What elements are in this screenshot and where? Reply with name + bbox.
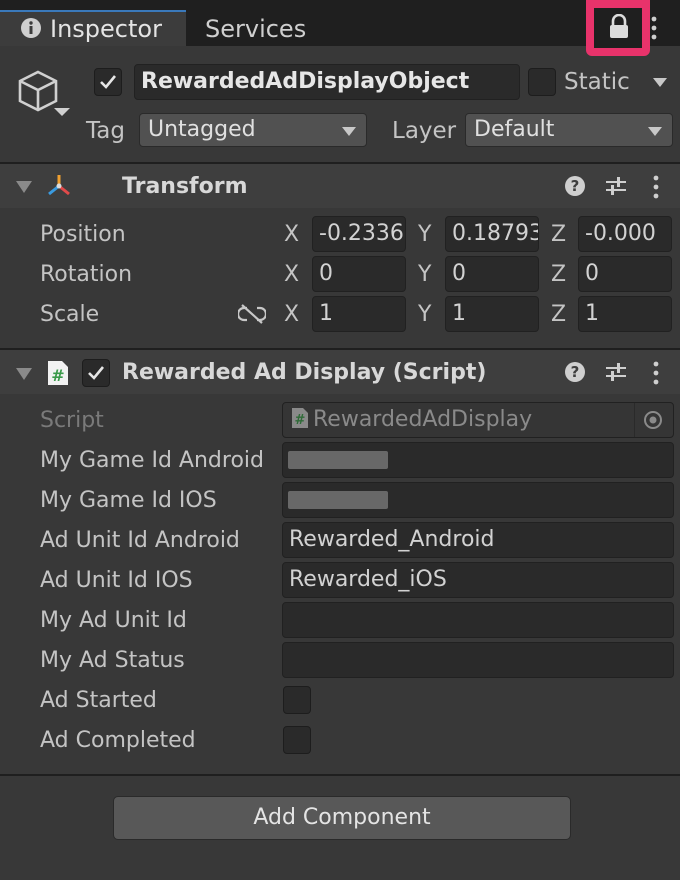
layer-dropdown[interactable]: Default [465, 113, 673, 147]
script-enabled-toggle[interactable] [82, 359, 110, 387]
tag-label: Tag [86, 118, 125, 144]
svg-text:#: # [295, 413, 306, 428]
axis-z-label: Z [551, 262, 567, 287]
svg-text:#: # [51, 366, 64, 385]
rotation-y-field[interactable]: 0 [445, 256, 539, 292]
divider [0, 774, 680, 776]
axis-y-label: Y [418, 222, 432, 247]
script-reference-field: # RewardedAdDisplay [282, 402, 674, 438]
script-label: Script [40, 408, 104, 433]
layer-value: Default [474, 117, 555, 142]
tag-value: Untagged [148, 117, 256, 142]
axis-x-label: X [284, 262, 300, 287]
my-ad-status-label: My Ad Status [40, 648, 185, 673]
object-name-input[interactable]: RewardedAdDisplayObject [134, 64, 520, 100]
position-y-field[interactable]: 0.18793 [445, 216, 539, 252]
help-icon[interactable]: ? [563, 174, 587, 198]
ad-unit-ios-label: Ad Unit Id IOS [40, 568, 193, 593]
component-menu-icon[interactable] [652, 175, 660, 199]
position-label: Position [40, 222, 126, 247]
kebab-menu-icon[interactable] [650, 16, 658, 40]
script-reference-value: RewardedAdDisplay [313, 407, 533, 432]
gameobject-cube-icon[interactable] [14, 68, 72, 120]
tab-services[interactable]: Services [205, 11, 306, 47]
ad-unit-ios-input[interactable]: Rewarded_iOS [282, 562, 674, 598]
redacted-value [288, 491, 388, 509]
rotation-x-field[interactable]: 0 [312, 256, 406, 292]
my-ad-status-input[interactable] [282, 642, 674, 678]
transform-icon [48, 175, 70, 196]
axis-x-label: X [284, 222, 300, 247]
ad-completed-checkbox[interactable] [283, 726, 311, 754]
transform-title: Transform [122, 174, 248, 199]
scale-y-field[interactable]: 1 [445, 296, 539, 332]
help-icon[interactable]: ? [563, 360, 587, 384]
redacted-value [288, 451, 388, 469]
scale-label: Scale [40, 302, 100, 327]
rotation-label: Rotation [40, 262, 133, 287]
unlinked-scale-icon[interactable] [238, 303, 266, 325]
preset-sliders-icon[interactable] [604, 174, 628, 198]
preset-sliders-icon[interactable] [604, 360, 628, 384]
checkmark-icon [100, 75, 117, 89]
static-dropdown-caret-icon[interactable] [653, 78, 667, 87]
csharp-script-icon: # [48, 361, 68, 385]
game-id-ios-label: My Game Id IOS [40, 488, 217, 513]
svg-text:?: ? [571, 177, 580, 195]
checkmark-icon [88, 366, 105, 380]
game-id-android-label: My Game Id Android [40, 448, 264, 473]
ad-unit-android-input[interactable]: Rewarded_Android [282, 522, 674, 558]
ad-started-checkbox[interactable] [283, 686, 311, 714]
object-picker-icon [644, 411, 662, 429]
csharp-script-icon: # [292, 408, 308, 428]
rotation-z-field[interactable]: 0 [578, 256, 672, 292]
active-toggle[interactable] [94, 68, 122, 96]
layer-label: Layer [392, 118, 457, 144]
ad-started-label: Ad Started [40, 688, 157, 713]
axis-y-label: Y [418, 302, 432, 327]
divider [634, 403, 635, 437]
fold-arrow-icon[interactable] [16, 368, 32, 380]
lock-icon[interactable] [608, 14, 630, 40]
scale-x-field[interactable]: 1 [312, 296, 406, 332]
ad-completed-label: Ad Completed [40, 728, 196, 753]
ad-unit-android-label: Ad Unit Id Android [40, 528, 240, 553]
info-icon [21, 18, 41, 38]
chevron-down-icon [342, 127, 356, 136]
my-ad-unit-id-label: My Ad Unit Id [40, 608, 187, 633]
component-menu-icon[interactable] [652, 361, 660, 385]
axis-z-label: Z [551, 302, 567, 327]
fold-arrow-icon[interactable] [16, 181, 32, 193]
position-z-field[interactable]: -0.000 [578, 216, 672, 252]
axis-z-label: Z [551, 222, 567, 247]
static-label: Static [564, 69, 630, 95]
position-x-field[interactable]: -0.2336 [312, 216, 406, 252]
add-component-button[interactable]: Add Component [113, 796, 571, 840]
static-toggle[interactable] [528, 68, 556, 96]
axis-x-label: X [284, 302, 300, 327]
scale-z-field[interactable]: 1 [578, 296, 672, 332]
tab-inspector-label: Inspector [50, 15, 162, 43]
chevron-down-icon [648, 127, 662, 136]
tag-dropdown[interactable]: Untagged [139, 113, 367, 147]
axis-y-label: Y [418, 262, 432, 287]
my-ad-unit-id-input[interactable] [282, 602, 674, 638]
svg-text:?: ? [571, 363, 580, 381]
script-component-title: Rewarded Ad Display (Script) [122, 360, 487, 385]
